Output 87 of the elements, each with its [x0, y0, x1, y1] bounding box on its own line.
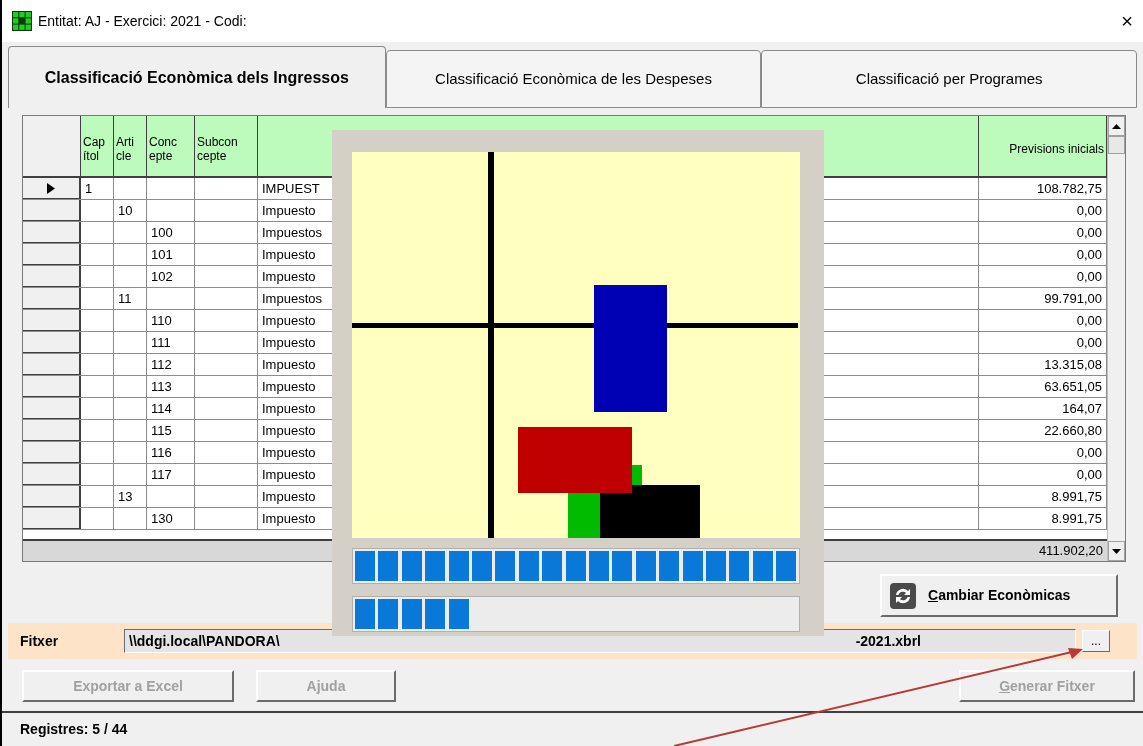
close-button[interactable]: × [1121, 11, 1133, 31]
row-header[interactable] [23, 332, 81, 353]
table-cell-text: 111 [151, 333, 171, 352]
row-header[interactable] [23, 222, 81, 243]
table-cell-text: Impuesto [262, 201, 316, 220]
table-cell-text: 0,00 [1076, 333, 1102, 352]
column-header[interactable]: Arti cle [114, 116, 147, 176]
table-cell-text: 164,07 [1062, 399, 1102, 418]
tab[interactable]: Classificació Econòmica de les Despeses [385, 50, 762, 108]
current-row-icon [47, 182, 55, 194]
scroll-thumb[interactable] [1108, 136, 1125, 154]
button-label: Cambiar Econòmicas [928, 586, 1071, 605]
table-cell-text: Impuesto [262, 267, 316, 286]
table-cell-text: 10 [118, 201, 133, 220]
table-cell-text: 100 [151, 223, 173, 242]
row-header[interactable] [23, 376, 81, 397]
table-cell-text: 63.651,05 [1044, 377, 1102, 396]
total-cell-text: 411.902,20 [1038, 542, 1103, 561]
row-header[interactable] [23, 310, 81, 331]
table-cell-text: 0,00 [1076, 245, 1102, 264]
field-label: Fitxer [20, 631, 60, 651]
table-cell-text: IMPUEST [262, 179, 320, 198]
scroll-down-icon[interactable] [1112, 548, 1121, 554]
table-cell-text: 22.660,80 [1044, 421, 1102, 440]
table-cell-text: 108.782,75 [1036, 179, 1102, 198]
row-header[interactable] [23, 486, 81, 507]
table-cell-text: Impuesto [262, 487, 316, 506]
table-cell-text: Impuesto [262, 377, 316, 396]
table-cell-text: 114 [151, 399, 172, 418]
row-header[interactable] [23, 420, 81, 441]
status-text: Registres: 5 / 44 [20, 720, 128, 739]
scrollbar[interactable] [1107, 116, 1125, 561]
table-cell-text: 0,00 [1076, 267, 1102, 286]
table-cell-text: 0,00 [1076, 443, 1102, 462]
table-cell-text: 113 [151, 377, 172, 396]
table-cell-text: 0,00 [1076, 223, 1102, 242]
window-title: Entitat: AJ - Exercici: 2021 - Codi: [38, 11, 247, 31]
table-cell-text: Impuesto [262, 421, 316, 440]
table-cell-text: 110 [151, 311, 172, 330]
table-cell-text: 13 [118, 487, 133, 506]
row-header[interactable] [23, 354, 81, 375]
row-header[interactable] [23, 200, 81, 221]
table-cell-text: 0,00 [1076, 201, 1102, 220]
refresh-icon [890, 582, 916, 609]
table-cell-text: 0,00 [1076, 311, 1102, 330]
row-header[interactable] [23, 398, 81, 419]
column-header[interactable]: Conc epte [147, 116, 195, 176]
scroll-up-icon[interactable] [1112, 123, 1121, 129]
table-cell-text: Impuesto [262, 443, 316, 462]
table-cell-text: Impuesto [262, 509, 316, 528]
tab[interactable]: Classificació per Programes [761, 50, 1137, 108]
table-cell-text: 112 [151, 355, 172, 374]
row-header[interactable] [23, 266, 81, 287]
table-cell-text: 13.315,08 [1044, 355, 1102, 374]
push-button[interactable]: Cambiar Econòmicas [880, 574, 1118, 617]
table-cell-text: 101 [151, 245, 173, 264]
row-header[interactable] [23, 508, 81, 529]
table-cell-text: Impuesto [262, 399, 316, 418]
grid-app-icon [12, 11, 32, 31]
table-cell-text: Impuesto [262, 245, 316, 264]
tab[interactable]: Classificació Econòmica dels Ingressos [8, 46, 386, 108]
table-cell-text: 1 [85, 179, 93, 198]
table-cell-text: 0,00 [1076, 465, 1102, 484]
table-cell-text: 102 [151, 267, 173, 286]
table-cell-text: Impuestos [262, 223, 322, 242]
table-cell-text: 117 [151, 465, 172, 484]
table-cell-text: Impuestos [262, 289, 322, 308]
table-cell-text: Impuesto [262, 465, 316, 484]
row-header[interactable] [23, 288, 81, 309]
table-cell-text: Impuesto [262, 311, 316, 330]
table-cell-text: Impuesto [262, 333, 316, 352]
column-header[interactable]: Cap ítol [81, 116, 114, 176]
table-cell-text: 8.991,75 [1051, 509, 1102, 528]
table-cell-text: 99.791,00 [1044, 289, 1102, 308]
table-cell-text: 115 [151, 421, 172, 440]
row-header[interactable] [23, 464, 81, 485]
table-cell-text: Impuesto [262, 355, 316, 374]
table-cell-text: 8.991,75 [1051, 487, 1102, 506]
table-cell-text: 11 [118, 289, 132, 308]
table-cell-text: 116 [151, 443, 172, 462]
browse-button[interactable]: ... [1082, 630, 1110, 652]
column-header[interactable]: Previsions inicials [979, 116, 1107, 176]
row-header[interactable] [23, 442, 81, 463]
row-header[interactable] [23, 178, 81, 199]
row-header[interactable] [23, 244, 81, 265]
table-cell-text: 130 [151, 509, 173, 528]
column-header[interactable]: Subcon cepte [195, 116, 258, 176]
